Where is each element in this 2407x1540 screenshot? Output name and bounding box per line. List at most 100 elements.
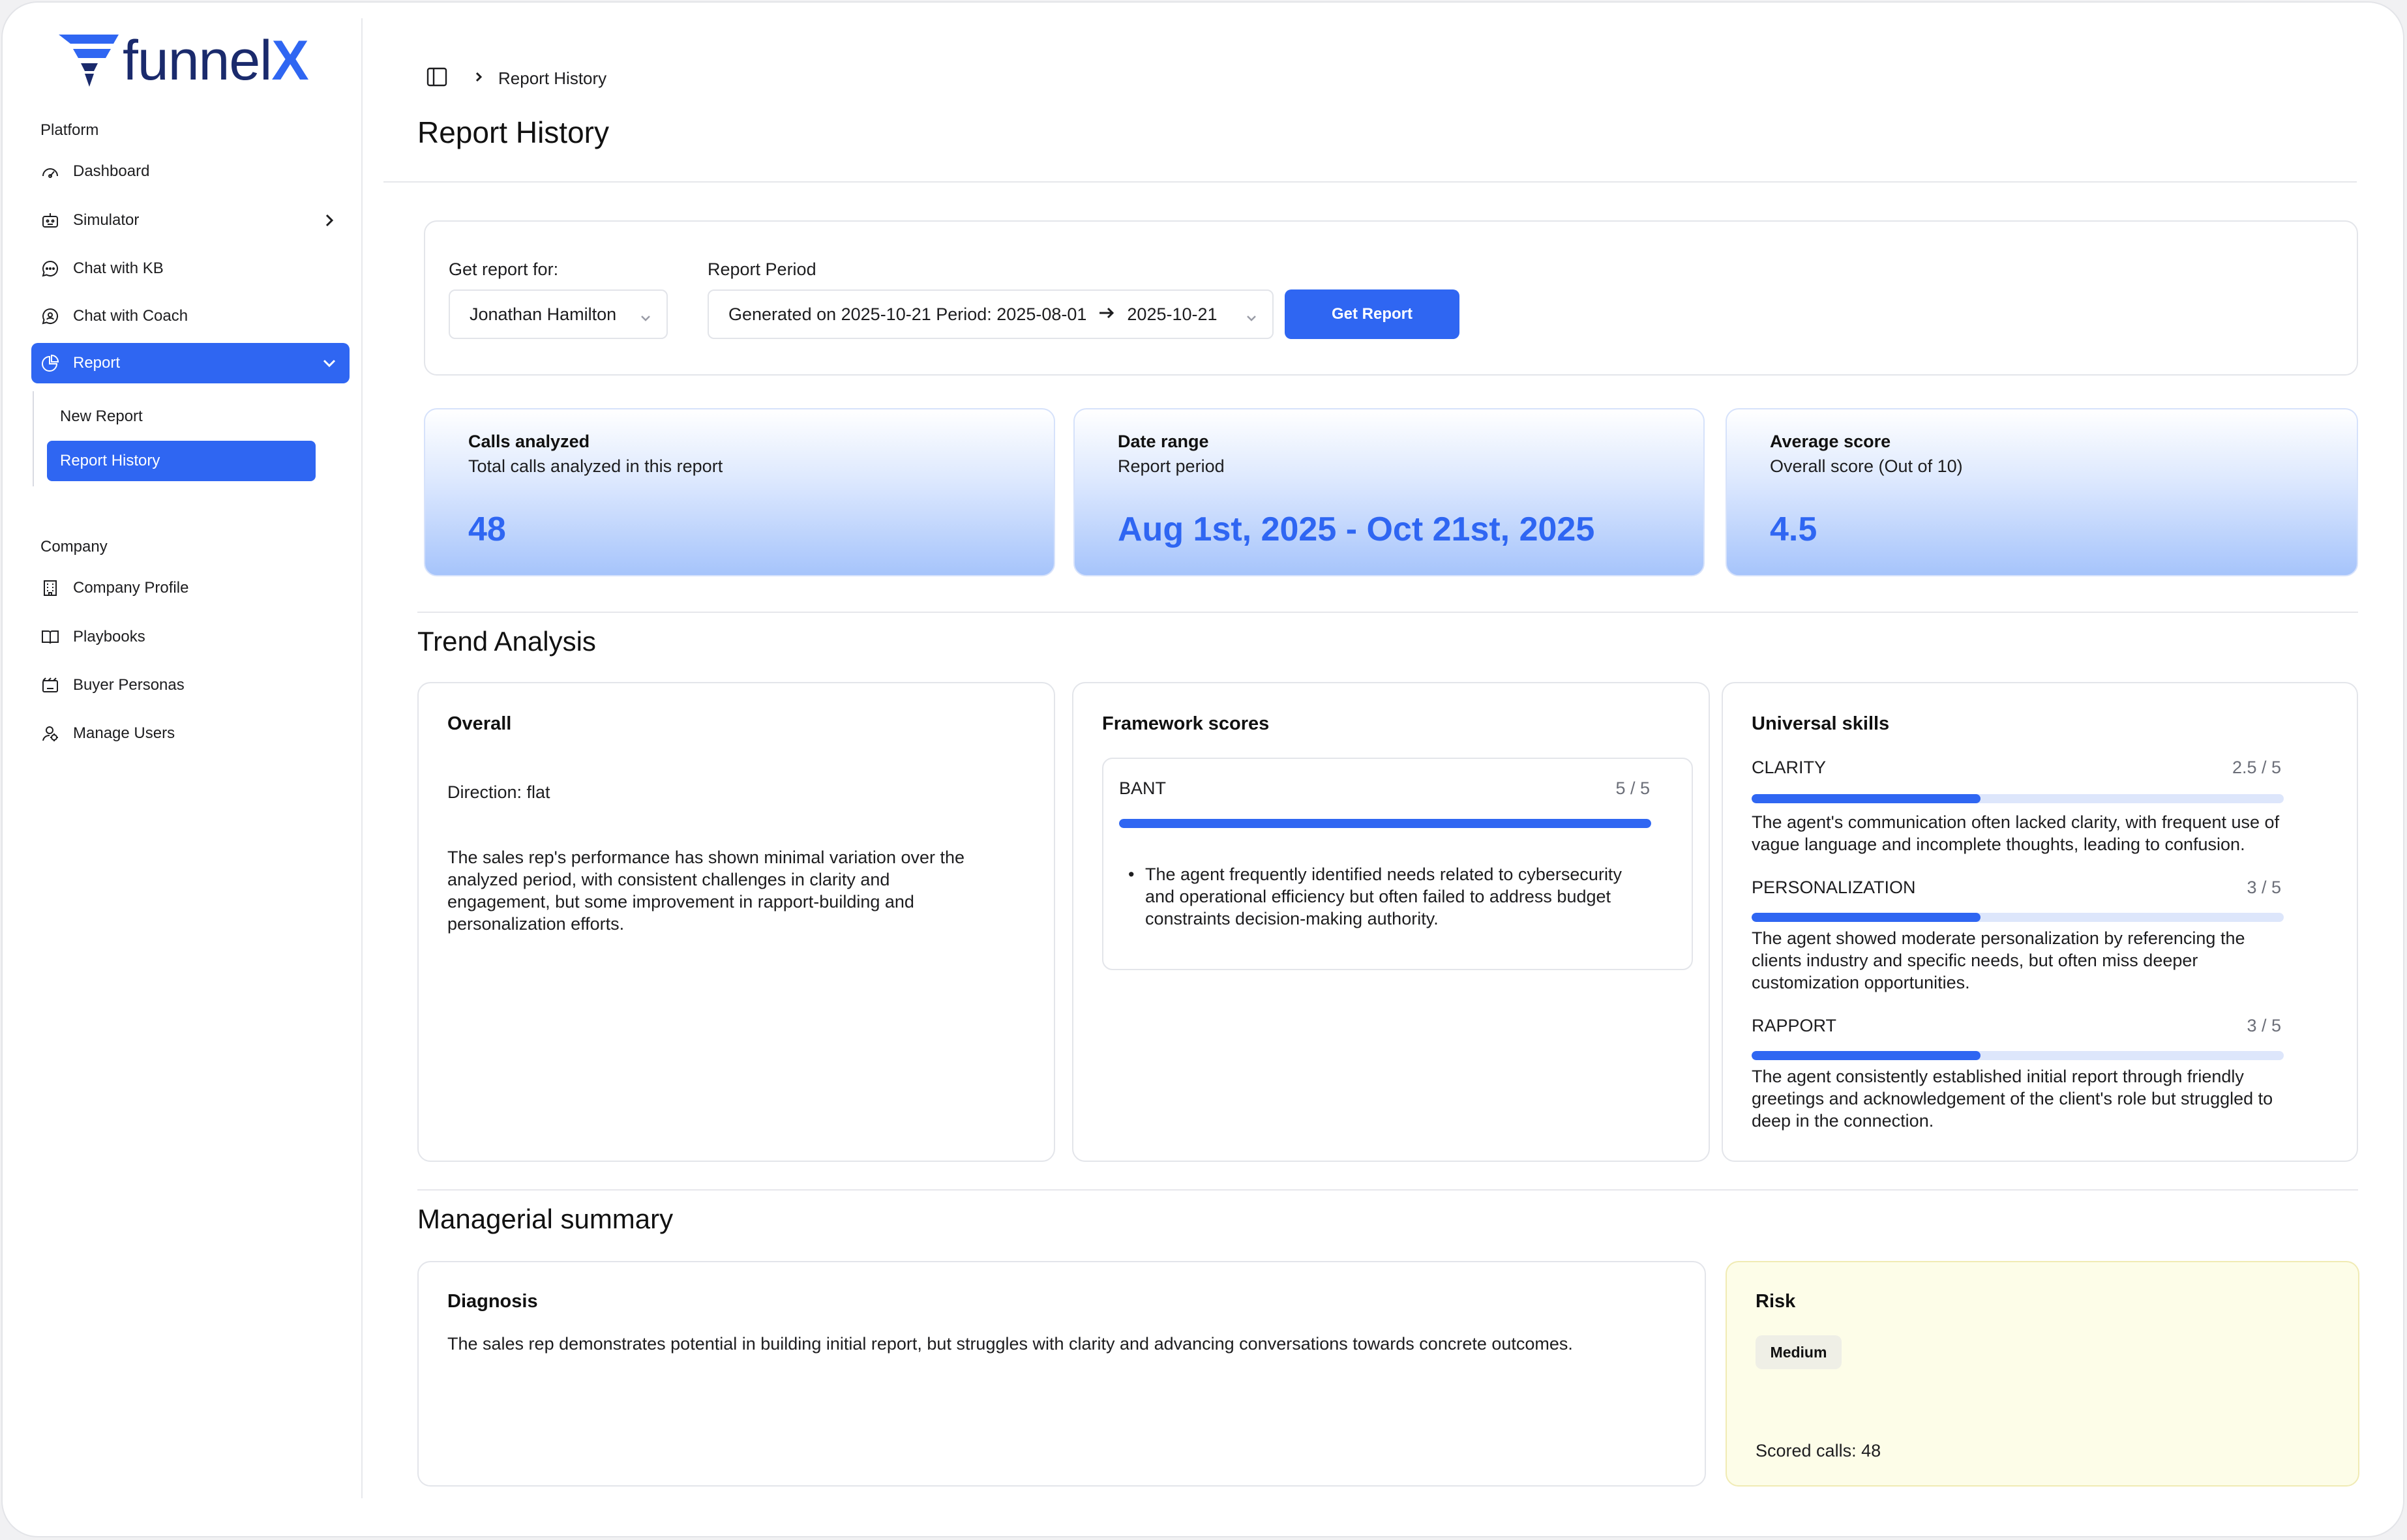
risk-level-badge: Medium xyxy=(1756,1335,1842,1369)
overall-title: Overall xyxy=(447,713,512,734)
sidebar-item-label: Buyer Personas xyxy=(73,676,185,694)
stat-subtitle: Overall score (Out of 10) xyxy=(1770,456,1963,476)
stat-title: Date range xyxy=(1118,432,1209,451)
sidebar-item-buyer-personas[interactable]: Buyer Personas xyxy=(31,665,350,705)
sidebar-subitem-label: New Report xyxy=(60,407,143,425)
sidebar-item-label: Chat with KB xyxy=(73,259,164,277)
stat-value: 4.5 xyxy=(1770,511,1817,548)
sidebar-subitem-new-report[interactable]: New Report xyxy=(47,396,316,437)
diagnosis-card: Diagnosis The sales rep demonstrates pot… xyxy=(417,1261,1706,1487)
skill-text-personalization: The agent showed moderate personalizatio… xyxy=(1752,928,2245,992)
rep-select-label: Get report for: xyxy=(449,259,559,279)
stat-card-calls-analyzed: Calls analyzed Total calls analyzed in t… xyxy=(424,408,1055,576)
platform-section-label: Platform xyxy=(40,121,99,139)
coach-icon xyxy=(39,305,61,327)
period-select-end: 2025-10-21 xyxy=(1127,304,1218,324)
rep-select[interactable]: Jonathan Hamilton xyxy=(449,289,668,339)
skill-score-rapport: 3 / 5 xyxy=(2247,1016,2281,1035)
skill-text-rapport: The agent consistently established initi… xyxy=(1752,1067,2273,1131)
sidebar-item-label: Dashboard xyxy=(73,162,150,180)
bullet-dot: • xyxy=(1128,865,1135,884)
skill-progress-rapport xyxy=(1752,1051,2284,1060)
chat-bubble-icon xyxy=(39,258,61,280)
sidebar-item-chat-with-coach[interactable]: Chat with Coach xyxy=(31,296,350,336)
sidebar-subitem-report-history[interactable]: Report History xyxy=(47,441,316,481)
company-section-label: Company xyxy=(40,538,108,555)
framework-scores-title: Framework scores xyxy=(1102,713,1270,734)
chevron-right-icon xyxy=(321,212,338,229)
skill-name-personalization: PERSONALIZATION xyxy=(1752,878,1916,897)
risk-title: Risk xyxy=(1756,1291,1796,1312)
building-icon xyxy=(39,577,61,599)
sidebar-item-report[interactable]: Report xyxy=(31,343,350,383)
sidebar-subitem-label: Report History xyxy=(60,452,160,469)
framework-bullet-list: • The agent frequently identified needs … xyxy=(1128,863,1637,930)
skill-score-personalization: 3 / 5 xyxy=(2247,878,2281,897)
sidebar: funnelX Platform Dashboard Simulator Cha… xyxy=(3,3,363,1536)
app-window: funnelX Platform Dashboard Simulator Cha… xyxy=(1,1,2404,1537)
breadcrumb-current[interactable]: Report History xyxy=(498,68,606,89)
skill-score-clarity: 2.5 / 5 xyxy=(2232,758,2281,777)
sidebar-toggle-icon[interactable] xyxy=(425,65,449,92)
period-select-start: Generated on 2025-10-21 Period: 2025-08-… xyxy=(728,304,1087,324)
skill-progress-clarity xyxy=(1752,794,2284,803)
skill-progress-fill xyxy=(1752,913,1981,922)
framework-progress-fill xyxy=(1119,819,1651,828)
brand-logo[interactable]: funnelX xyxy=(59,29,309,92)
sidebar-item-chat-with-kb[interactable]: Chat with KB xyxy=(31,248,350,289)
managerial-summary-title: Managerial summary xyxy=(417,1204,674,1234)
users-icon xyxy=(39,722,61,745)
get-report-button[interactable]: Get Report xyxy=(1285,289,1459,339)
brand-name: funnelX xyxy=(123,29,309,92)
sidebar-item-simulator[interactable]: Simulator xyxy=(31,200,350,241)
skill-progress-fill xyxy=(1752,794,1981,803)
overall-card: Overall Direction: flat The sales rep's … xyxy=(417,682,1055,1162)
risk-card: Risk Medium Scored calls: 48 xyxy=(1726,1261,2359,1487)
stat-subtitle: Total calls analyzed in this report xyxy=(468,456,723,476)
section-divider xyxy=(417,1189,2358,1191)
pie-chart-icon xyxy=(39,352,61,374)
period-select[interactable]: Generated on 2025-10-21 Period: 2025-08-… xyxy=(708,289,1274,339)
funnel-logo-icon xyxy=(59,35,119,87)
skill-name-rapport: RAPPORT xyxy=(1752,1016,1837,1035)
trend-analysis-title: Trend Analysis xyxy=(417,626,596,657)
skill-progress-fill xyxy=(1752,1051,1981,1060)
section-divider xyxy=(417,612,2358,613)
diagnosis-text: The sales rep demonstrates potential in … xyxy=(447,1334,1573,1354)
overall-direction: Direction: flat xyxy=(447,782,550,802)
sidebar-item-company-profile[interactable]: Company Profile xyxy=(31,568,350,608)
chevron-down-icon xyxy=(321,355,338,372)
sidebar-item-manage-users[interactable]: Manage Users xyxy=(31,713,350,754)
universal-skills-title: Universal skills xyxy=(1752,713,1890,734)
main-content: Report History Report History Get report… xyxy=(363,3,2403,1536)
breadcrumb: Report History xyxy=(425,65,606,91)
framework-progress-bar xyxy=(1119,819,1651,828)
sidebar-item-label: Report xyxy=(73,354,121,372)
rep-select-value: Jonathan Hamilton xyxy=(470,304,617,324)
skill-progress-personalization xyxy=(1752,913,2284,922)
header-divider xyxy=(383,181,2357,183)
robot-icon xyxy=(39,209,61,231)
chevron-down-icon xyxy=(1245,309,1258,329)
report-filter-card: Get report for: Jonathan Hamilton Report… xyxy=(424,220,2358,376)
personas-icon xyxy=(39,674,61,696)
sidebar-item-dashboard[interactable]: Dashboard xyxy=(31,151,350,192)
skill-name-clarity: CLARITY xyxy=(1752,758,1827,777)
sidebar-item-playbooks[interactable]: Playbooks xyxy=(31,617,350,657)
framework-item-bant: BANT 5 / 5 • The agent frequently identi… xyxy=(1102,758,1693,970)
period-select-label: Report Period xyxy=(708,259,816,279)
sidebar-item-label: Manage Users xyxy=(73,724,175,742)
framework-score: 5 / 5 xyxy=(1615,778,1650,798)
stat-value: 48 xyxy=(468,511,506,548)
scored-calls-text: Scored calls: 48 xyxy=(1756,1441,1881,1460)
gauge-icon xyxy=(39,160,61,183)
subnav-divider xyxy=(33,391,34,486)
stat-card-date-range: Date range Report period Aug 1st, 2025 -… xyxy=(1073,408,1705,576)
sidebar-item-label: Playbooks xyxy=(73,628,145,645)
diagnosis-title: Diagnosis xyxy=(447,1291,538,1312)
stat-title: Calls analyzed xyxy=(468,432,590,451)
framework-name: BANT xyxy=(1119,778,1167,798)
arrow-right-icon xyxy=(1098,304,1115,325)
overall-description: The sales rep's performance has shown mi… xyxy=(447,848,965,934)
skill-text-clarity: The agent's communication often lacked c… xyxy=(1752,812,2280,854)
